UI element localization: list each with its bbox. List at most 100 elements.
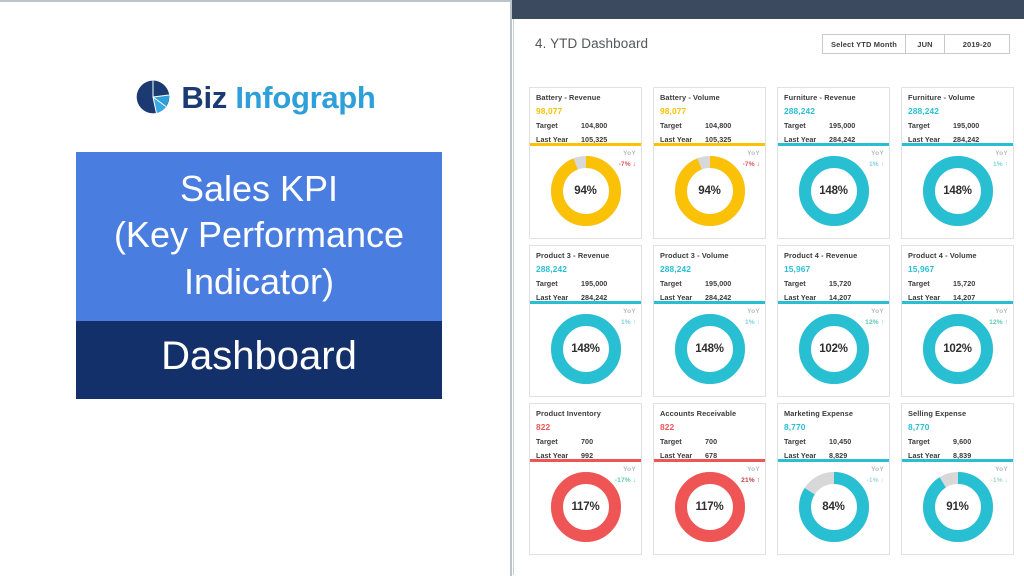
kpi-target-row: Target 195,000 — [784, 122, 883, 130]
title-line-dashboard: Dashboard — [161, 334, 357, 379]
kpi-donut-chart: 148% — [550, 313, 622, 385]
window-top-bar — [512, 0, 1024, 19]
kpi-card-title: Product 3 - Revenue — [536, 251, 610, 260]
kpi-card[interactable]: Battery - Volume 98,077 Target 104,800 Last … — [653, 87, 766, 239]
kpi-percent-label: 148% — [819, 185, 848, 197]
title-card: Sales KPI (Key Performance Indicator) Da… — [76, 152, 442, 399]
kpi-target-value: 104,800 — [705, 121, 732, 131]
kpi-card[interactable]: Marketing Expense 8,770 Target 10,450 Last Y… — [777, 403, 890, 555]
kpi-target-label: Target — [784, 121, 806, 131]
kpi-card[interactable]: Product Inventory 822 Target 700 Last Year 99… — [529, 403, 642, 555]
title-card-lower: Dashboard — [76, 321, 442, 399]
kpi-yoy-value: 1% ↑ — [620, 319, 636, 327]
kpi-card-body: YoY -1% ↓ 91% — [902, 462, 1013, 554]
ytd-month-selector[interactable]: Select YTD Month JUN 2019-20 — [822, 34, 1010, 54]
kpi-actual-value: 288,242 — [784, 106, 815, 117]
kpi-card-body: YoY 1% ↑ 148% — [902, 146, 1013, 238]
kpi-card-body: YoY 1% ↑ 148% — [778, 146, 889, 238]
kpi-card-title: Selling Expense — [908, 409, 967, 418]
kpi-target-row: Target 700 — [660, 438, 759, 446]
kpi-card[interactable]: Product 3 - Revenue 288,242 Target 195,000 L… — [529, 245, 642, 397]
kpi-actual-value: 8,770 — [908, 422, 930, 433]
kpi-card-header: Selling Expense 8,770 Target 9,600 Last Year… — [902, 404, 1013, 460]
ytd-selected-month[interactable]: JUN — [906, 35, 945, 53]
kpi-target-value: 195,000 — [581, 279, 608, 289]
kpi-target-value: 195,000 — [953, 121, 980, 131]
kpi-percent-label: 91% — [946, 501, 969, 513]
kpi-card-body: YoY 1% ↑ 148% — [654, 304, 765, 396]
kpi-card[interactable]: Battery - Revenue 98,077 Target 104,800 Last… — [529, 87, 642, 239]
kpi-card[interactable]: Furniture - Revenue 288,242 Target 195,000 L… — [777, 87, 890, 239]
kpi-target-value: 700 — [705, 437, 718, 447]
kpi-card[interactable]: Selling Expense 8,770 Target 9,600 Last Year… — [901, 403, 1014, 555]
kpi-target-row: Target 104,800 — [660, 122, 759, 130]
kpi-actual-value: 8,770 — [784, 422, 806, 433]
brand-name-infograph: Infograph — [235, 79, 376, 115]
kpi-percent-label: 148% — [943, 185, 972, 197]
kpi-yoy-label: YoY — [747, 308, 760, 315]
kpi-donut-chart: 84% — [798, 471, 870, 543]
kpi-target-value: 195,000 — [829, 121, 856, 131]
dashboard-panel: 4. YTD Dashboard Select YTD Month JUN 20… — [512, 0, 1024, 576]
kpi-target-value: 9,600 — [953, 437, 972, 447]
kpi-card[interactable]: Furniture - Volume 288,242 Target 195,000 La… — [901, 87, 1014, 239]
kpi-card-title: Product 4 - Revenue — [784, 251, 858, 260]
kpi-card-header: Furniture - Revenue 288,242 Target 195,000 L… — [778, 88, 889, 144]
kpi-card-body: YoY 1% ↑ 148% — [530, 304, 641, 396]
kpi-percent-label: 117% — [571, 501, 600, 513]
kpi-actual-value: 822 — [660, 422, 675, 433]
dashboard-header: 4. YTD Dashboard Select YTD Month JUN 20… — [514, 34, 1024, 60]
kpi-card-body: YoY -7% ↓ 94% — [530, 146, 641, 238]
kpi-target-label: Target — [784, 279, 806, 289]
kpi-card-header: Marketing Expense 8,770 Target 10,450 Last Y… — [778, 404, 889, 460]
kpi-card-header: Product 3 - Revenue 288,242 Target 195,000 L… — [530, 246, 641, 302]
kpi-donut-chart: 102% — [798, 313, 870, 385]
kpi-donut-chart: 117% — [550, 471, 622, 543]
brand-name-biz: Biz — [181, 79, 228, 115]
kpi-yoy-label: YoY — [871, 150, 884, 157]
kpi-card[interactable]: Product 4 - Revenue 15,967 Target 15,720 Las… — [777, 245, 890, 397]
kpi-actual-value: 288,242 — [660, 264, 691, 275]
kpi-card-body: YoY -7% ↓ 94% — [654, 146, 765, 238]
kpi-percent-label: 148% — [695, 343, 724, 355]
kpi-target-row: Target 104,800 — [536, 122, 635, 130]
kpi-card-body: YoY -1% ↓ 84% — [778, 462, 889, 554]
ytd-selector-label: Select YTD Month — [823, 35, 906, 53]
kpi-actual-value: 15,967 — [908, 264, 935, 275]
kpi-percent-label: 84% — [822, 501, 845, 513]
kpi-donut-chart: 148% — [922, 155, 994, 227]
kpi-card-title: Product 3 - Volume — [660, 251, 729, 260]
kpi-card-header: Product 4 - Revenue 15,967 Target 15,720 Las… — [778, 246, 889, 302]
page-title: 4. YTD Dashboard — [535, 36, 649, 51]
kpi-target-label: Target — [784, 437, 806, 447]
dashboard-body: 4. YTD Dashboard Select YTD Month JUN 20… — [513, 19, 1023, 575]
kpi-target-row: Target 10,450 — [784, 438, 883, 446]
kpi-card-header: Product Inventory 822 Target 700 Last Year 99… — [530, 404, 641, 460]
brand-wordmark: Biz Infograph — [181, 82, 375, 113]
kpi-target-value: 15,720 — [953, 279, 976, 289]
kpi-target-value: 104,800 — [581, 121, 608, 131]
kpi-donut-chart: 102% — [922, 313, 994, 385]
kpi-donut-chart: 91% — [922, 471, 994, 543]
kpi-actual-value: 98,077 — [536, 106, 563, 117]
kpi-percent-label: 94% — [574, 185, 597, 197]
kpi-card[interactable]: Accounts Receivable 822 Target 700 Last Year… — [653, 403, 766, 555]
kpi-target-row: Target 15,720 — [908, 280, 1007, 288]
kpi-donut-chart: 148% — [674, 313, 746, 385]
ytd-selected-year[interactable]: 2019-20 — [945, 35, 1009, 53]
title-panel: Biz Infograph Sales KPI (Key Performance… — [0, 0, 512, 576]
kpi-yoy-value: 1% ↑ — [868, 161, 884, 169]
kpi-target-label: Target — [660, 279, 682, 289]
kpi-card-title: Marketing Expense — [784, 409, 854, 418]
kpi-card-header: Accounts Receivable 822 Target 700 Last Year… — [654, 404, 765, 460]
kpi-target-label: Target — [536, 121, 558, 131]
kpi-donut-chart: 94% — [674, 155, 746, 227]
kpi-yoy-value: 1% ↑ — [992, 161, 1008, 169]
kpi-target-label: Target — [908, 121, 930, 131]
kpi-card[interactable]: Product 4 - Volume 15,967 Target 15,720 Last… — [901, 245, 1014, 397]
kpi-card[interactable]: Product 3 - Volume 288,242 Target 195,000 La… — [653, 245, 766, 397]
title-line-3: Indicator) — [183, 260, 335, 302]
kpi-target-row: Target 15,720 — [784, 280, 883, 288]
kpi-card-title: Battery - Revenue — [536, 93, 601, 102]
kpi-target-value: 195,000 — [705, 279, 732, 289]
